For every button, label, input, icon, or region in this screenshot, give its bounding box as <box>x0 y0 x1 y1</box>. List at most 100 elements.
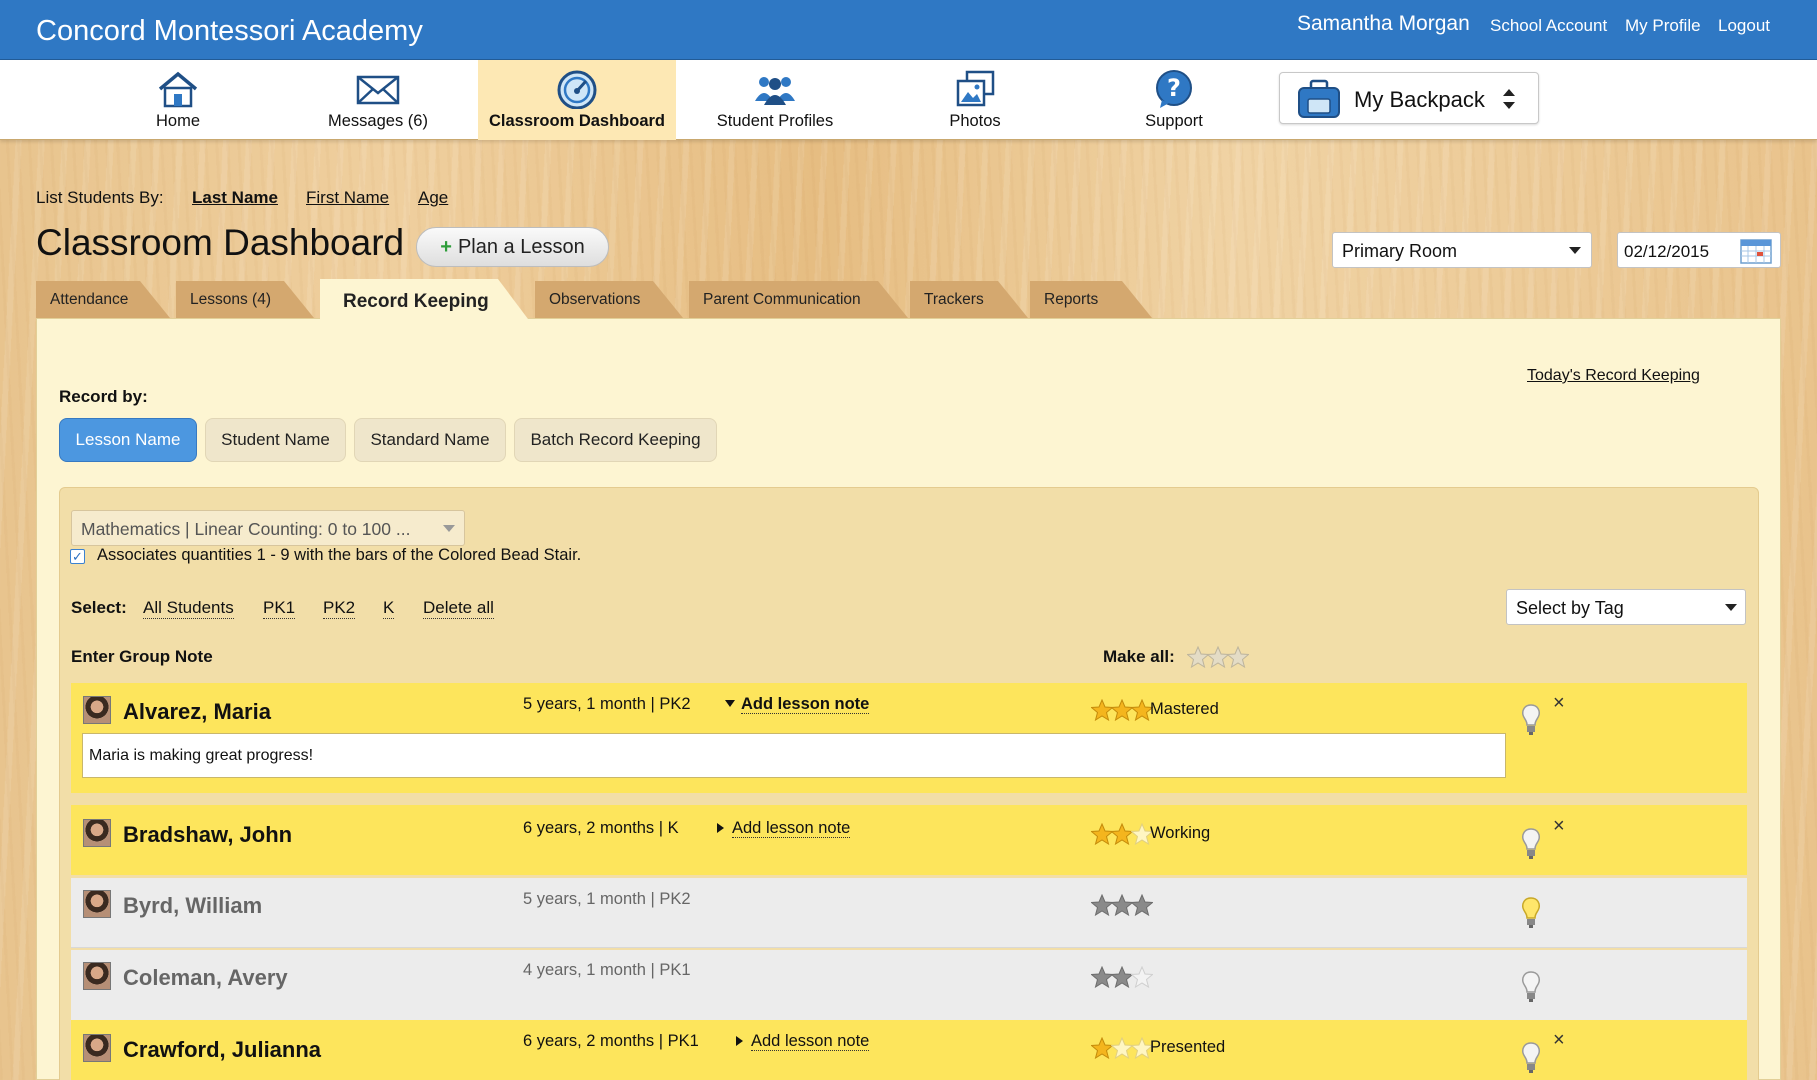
student-age-level: 5 years, 1 month | PK2 <box>523 695 691 713</box>
tab-lessons[interactable]: Lessons (4) <box>176 281 314 318</box>
nav-label: Messages (6) <box>328 112 428 130</box>
record-by-lesson-name-button[interactable]: Lesson Name <box>59 418 197 462</box>
close-icon[interactable]: × <box>1553 693 1565 713</box>
avatar <box>83 1034 111 1062</box>
calendar-icon[interactable] <box>1740 237 1772 264</box>
envelope-icon <box>356 75 400 105</box>
list-students-by-label: List Students By: <box>36 188 164 207</box>
sort-age-link[interactable]: Age <box>418 188 448 208</box>
star-filled-icon[interactable] <box>1091 894 1113 916</box>
record-by-standard-name-button[interactable]: Standard Name <box>354 418 506 462</box>
lesson-select[interactable]: Mathematics | Linear Counting: 0 to 100 … <box>71 510 465 546</box>
chevron-down-icon <box>1569 247 1581 254</box>
rating-stars[interactable] <box>1091 1037 1153 1059</box>
tab-record-keeping[interactable]: Record Keeping <box>320 279 528 319</box>
select-k-link[interactable]: K <box>383 598 395 619</box>
avatar <box>83 819 111 847</box>
star-filled-icon[interactable] <box>1091 823 1113 845</box>
student-age-level: 4 years, 1 month | PK1 <box>523 961 691 979</box>
star-empty-icon[interactable] <box>1227 646 1249 668</box>
star-empty-icon[interactable] <box>1187 646 1209 668</box>
backpack-label: My Backpack <box>1354 87 1485 112</box>
sort-last-name-link[interactable]: Last Name <box>192 188 278 208</box>
close-icon[interactable]: × <box>1553 816 1565 836</box>
nav-label: Classroom Dashboard <box>488 112 666 130</box>
rating-stars[interactable] <box>1091 894 1153 916</box>
star-filled-icon[interactable] <box>1091 966 1113 988</box>
plus-icon: + <box>440 236 452 258</box>
enter-group-note-link[interactable]: Enter Group Note <box>71 647 213 667</box>
nav-home[interactable]: Home <box>79 60 277 140</box>
tab-reports[interactable]: Reports <box>1030 281 1152 318</box>
star-filled-icon[interactable] <box>1111 699 1133 721</box>
add-lesson-note-link[interactable]: Add lesson note <box>736 1032 870 1051</box>
lightbulb-icon[interactable] <box>1520 896 1542 930</box>
rating-stars[interactable] <box>1091 699 1153 721</box>
student-name[interactable]: Coleman, Avery <box>123 965 288 991</box>
lightbulb-icon[interactable] <box>1520 703 1542 737</box>
student-row: Byrd, William 5 years, 1 month | PK2 <box>71 878 1747 948</box>
star-filled-icon[interactable] <box>1111 894 1133 916</box>
caret-right-icon <box>717 823 724 833</box>
top-bar: Concord Montessori Academy Samantha Morg… <box>0 0 1817 60</box>
nav-classroom-dashboard[interactable]: Classroom Dashboard <box>478 60 676 140</box>
sort-first-name-link[interactable]: First Name <box>306 188 389 208</box>
add-lesson-note-link[interactable]: Add lesson note <box>717 819 851 838</box>
star-filled-icon[interactable] <box>1091 1037 1113 1059</box>
student-row: Alvarez, Maria 5 years, 1 month | PK2 Ad… <box>71 683 1747 793</box>
star-empty-icon[interactable] <box>1207 646 1229 668</box>
star-filled-icon[interactable] <box>1131 894 1153 916</box>
nav-photos[interactable]: Photos <box>876 60 1074 140</box>
add-lesson-note-link[interactable]: Add lesson note <box>725 695 870 714</box>
star-empty-icon[interactable] <box>1131 966 1153 988</box>
select-pk1-link[interactable]: PK1 <box>263 598 296 619</box>
room-select[interactable]: Primary Room <box>1332 232 1592 268</box>
record-by-student-name-button[interactable]: Student Name <box>205 418 346 462</box>
tab-observations[interactable]: Observations <box>535 281 683 318</box>
my-backpack-dropdown[interactable]: My Backpack <box>1279 72 1539 124</box>
my-profile-link[interactable]: My Profile <box>1625 16 1701 36</box>
nav-support[interactable]: ? Support <box>1075 60 1273 140</box>
rating-stars[interactable] <box>1091 966 1153 988</box>
home-icon <box>158 71 198 108</box>
lesson-note-input[interactable] <box>82 733 1506 778</box>
student-name[interactable]: Byrd, William <box>123 893 262 919</box>
select-all-students-link[interactable]: All Students <box>143 598 234 619</box>
select-by-tag-dropdown[interactable]: Select by Tag <box>1506 589 1746 625</box>
student-name[interactable]: Alvarez, Maria <box>123 699 271 725</box>
close-icon[interactable]: × <box>1553 1030 1565 1050</box>
lightbulb-icon[interactable] <box>1520 827 1542 861</box>
star-filled-icon[interactable] <box>1111 966 1133 988</box>
app-title: Concord Montessori Academy <box>36 15 423 47</box>
star-filled-icon[interactable] <box>1091 699 1113 721</box>
batch-record-keeping-button[interactable]: Batch Record Keeping <box>514 418 717 462</box>
tab-trackers[interactable]: Trackers <box>910 281 1028 318</box>
standard-checkbox[interactable]: ✓ <box>70 549 85 564</box>
nav-student-profiles[interactable]: Student Profiles <box>676 60 874 140</box>
student-name[interactable]: Crawford, Julianna <box>123 1037 321 1063</box>
tab-attendance[interactable]: Attendance <box>36 281 170 318</box>
nav-label: Student Profiles <box>716 112 834 130</box>
user-name[interactable]: Samantha Morgan <box>1297 12 1470 36</box>
avatar <box>83 890 111 918</box>
todays-record-keeping-link[interactable]: Today's Record Keeping <box>1527 367 1700 385</box>
svg-text:?: ? <box>1167 74 1181 102</box>
logout-link[interactable]: Logout <box>1718 16 1770 36</box>
delete-all-link[interactable]: Delete all <box>423 598 494 619</box>
date-input[interactable]: 02/12/2015 <box>1617 232 1781 268</box>
school-account-link[interactable]: School Account <box>1490 16 1607 36</box>
plan-lesson-button[interactable]: + Plan a Lesson <box>416 227 609 267</box>
date-value: 02/12/2015 <box>1624 242 1710 261</box>
star-empty-icon[interactable] <box>1111 1037 1133 1059</box>
student-name[interactable]: Bradshaw, John <box>123 822 292 848</box>
chevron-down-icon <box>443 525 455 532</box>
tab-parent-communication[interactable]: Parent Communication <box>689 281 908 318</box>
make-all-stars[interactable] <box>1187 646 1249 668</box>
lightbulb-icon[interactable] <box>1520 1041 1542 1075</box>
lightbulb-icon[interactable] <box>1520 970 1542 1004</box>
rating-stars[interactable] <box>1091 823 1153 845</box>
student-age-level: 6 years, 2 months | PK1 <box>523 1032 699 1050</box>
nav-messages[interactable]: Messages (6) <box>279 60 477 140</box>
select-pk2-link[interactable]: PK2 <box>323 598 356 619</box>
star-filled-icon[interactable] <box>1111 823 1133 845</box>
